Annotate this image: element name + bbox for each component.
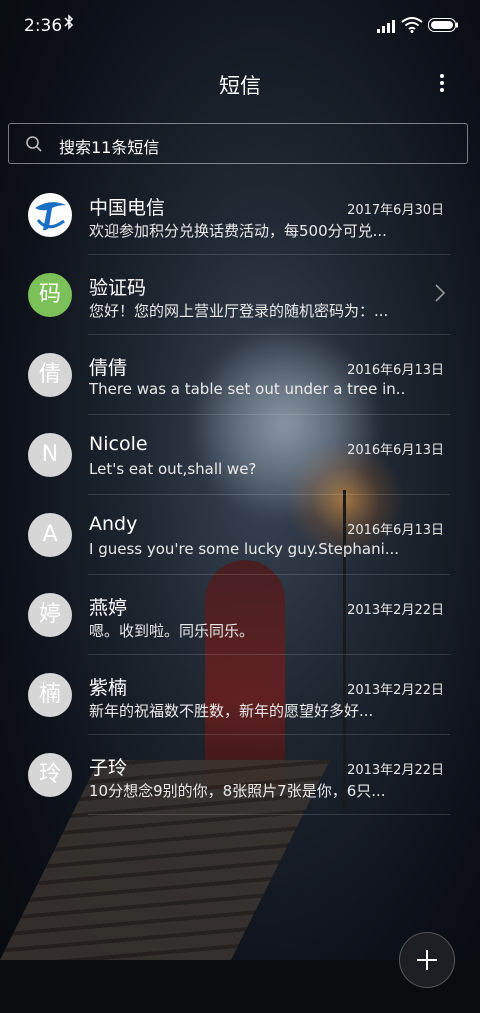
- avatar: 倩: [28, 353, 72, 397]
- more-vertical-icon[interactable]: [434, 72, 450, 94]
- avatar: 码: [28, 273, 72, 317]
- avatar: 楠: [28, 673, 72, 717]
- contact-name: 倩倩: [89, 357, 128, 379]
- plus-icon: [417, 950, 437, 970]
- conversation-item[interactable]: A Andy 2016年6月13日 I guess you're some lu…: [0, 495, 480, 575]
- contact-name: 中国电信: [89, 197, 166, 219]
- contact-name: 验证码: [89, 277, 147, 299]
- status-bar: 2:36: [0, 0, 480, 52]
- status-time: 2:36: [24, 16, 63, 36]
- conversation-item[interactable]: 中国电信 2017年6月30日 欢迎参加积分兑换话费活动，每500分可兑...: [0, 175, 480, 255]
- conversation-list: 中国电信 2017年6月30日 欢迎参加积分兑换话费活动，每500分可兑... …: [0, 175, 480, 815]
- conversation-item[interactable]: 码 验证码 您好！您的网上营业厅登录的随机密码为：...: [0, 255, 480, 335]
- conversation-item[interactable]: 楠 紫楠 2013年2月22日 新年的祝福数不胜数，新年的愿望好多好...: [0, 655, 480, 735]
- avatar: 婷: [28, 593, 72, 637]
- battery-icon: [428, 18, 458, 32]
- contact-name: 子玲: [89, 757, 128, 779]
- contact-name: Andy: [89, 513, 138, 535]
- avatar: 玲: [28, 753, 72, 797]
- conversation-item[interactable]: N Nicole 2016年6月13日 Let's eat out,shall …: [0, 415, 480, 495]
- search-icon: [26, 136, 42, 152]
- message-date: 2016年6月13日: [347, 443, 444, 458]
- message-date: 2013年2月22日: [347, 683, 444, 698]
- message-date: 2016年6月13日: [347, 523, 444, 538]
- signal-icon: [377, 20, 395, 33]
- message-preview: 您好！您的网上营业厅登录的随机密码为：...: [89, 302, 389, 320]
- conversation-item[interactable]: 玲 子玲 2013年2月22日 10分想念9别的你，8张照片7张是你，6只...: [0, 735, 480, 815]
- avatar: A: [28, 513, 72, 557]
- china-telecom-logo-icon: [29, 194, 71, 236]
- compose-button[interactable]: [399, 932, 455, 988]
- message-preview: 欢迎参加积分兑换话费活动，每500分可兑...: [89, 222, 387, 240]
- page-title: 短信: [219, 74, 261, 98]
- message-preview: I guess you're some lucky guy.Stephani..…: [89, 540, 400, 558]
- message-date: 2013年2月22日: [347, 763, 444, 778]
- contact-name: Nicole: [89, 433, 148, 455]
- avatar: N: [28, 433, 72, 477]
- message-preview: 嗯。收到啦。同乐同乐。: [89, 622, 255, 640]
- wifi-icon: [401, 17, 423, 33]
- conversation-item[interactable]: 婷 燕婷 2013年2月22日 嗯。收到啦。同乐同乐。: [0, 575, 480, 655]
- contact-name: 燕婷: [89, 597, 128, 619]
- divider: [88, 814, 450, 815]
- message-preview: Let's eat out,shall we?: [89, 460, 257, 478]
- chevron-right-icon: [435, 284, 446, 302]
- message-date: 2016年6月13日: [347, 363, 444, 378]
- conversation-item[interactable]: 倩 倩倩 2016年6月13日 There was a table set ou…: [0, 335, 480, 415]
- china-telecom-logo-avatar: [28, 193, 72, 237]
- contact-name: 紫楠: [89, 677, 128, 699]
- message-preview: 10分想念9别的你，8张照片7张是你，6只...: [89, 782, 386, 800]
- bluetooth-icon: [64, 14, 74, 34]
- message-date: 2017年6月30日: [347, 203, 444, 218]
- message-date: 2013年2月22日: [347, 603, 444, 618]
- search-input[interactable]: 搜索11条短信: [8, 123, 468, 164]
- message-preview: 新年的祝福数不胜数，新年的愿望好多好...: [89, 702, 374, 720]
- search-placeholder: 搜索11条短信: [59, 138, 160, 157]
- message-preview: There was a table set out under a tree i…: [89, 380, 404, 398]
